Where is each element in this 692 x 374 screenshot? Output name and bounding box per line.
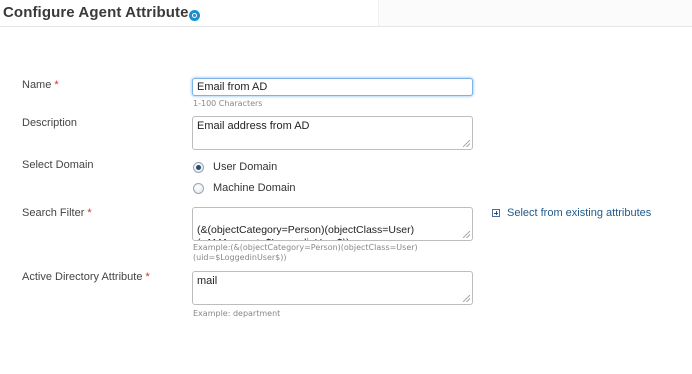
radio-unchecked-icon[interactable]: [193, 182, 204, 194]
search-filter-label: Search Filter *: [22, 207, 92, 219]
ad-attribute-hint: Example: department: [193, 309, 281, 318]
resize-handle-icon[interactable]: [463, 295, 470, 302]
select-existing-attributes-link[interactable]: Select from existing attributes: [492, 207, 651, 219]
search-filter-value: (&(objectCategory=Person)(objectClass=Us…: [197, 224, 415, 240]
description-label: Description: [22, 117, 78, 129]
search-filter-label-text: Search Filter: [22, 207, 85, 219]
ad-attribute-textarea[interactable]: mail: [192, 271, 473, 305]
ad-attribute-label: Active Directory Attribute *: [22, 271, 150, 283]
required-marker: *: [87, 207, 92, 219]
radio-machine-domain[interactable]: Machine Domain: [193, 182, 296, 194]
help-circle-icon[interactable]: [189, 10, 200, 21]
select-domain-label: Select Domain: [22, 159, 94, 171]
name-label-text: Name: [22, 79, 52, 91]
machine-domain-label: Machine Domain: [213, 182, 296, 194]
page-header: Configure Agent Attribute: [0, 0, 692, 27]
search-filter-hint-line2: (uid=$LoggedinUser$)): [193, 253, 287, 262]
search-filter-textarea[interactable]: (&(objectCategory=Person)(objectClass=Us…: [192, 207, 473, 241]
user-domain-label: User Domain: [213, 161, 278, 173]
name-input[interactable]: [192, 78, 473, 96]
ad-attribute-value: mail: [197, 275, 218, 287]
search-filter-hint: Example:(&(objectCategory=Person)(object…: [193, 243, 418, 263]
plus-box-icon[interactable]: [492, 209, 500, 217]
required-marker: *: [54, 79, 59, 91]
page-title: Configure Agent Attribute: [3, 4, 189, 21]
resize-handle-icon[interactable]: [463, 231, 470, 238]
resize-handle-icon[interactable]: [463, 140, 470, 147]
search-filter-hint-line1: Example:(&(objectCategory=Person)(object…: [193, 243, 418, 252]
ad-attribute-label-text: Active Directory Attribute: [22, 271, 143, 283]
radio-checked-icon[interactable]: [193, 161, 204, 173]
radio-user-domain[interactable]: User Domain: [193, 161, 277, 173]
header-toolbar-area: [378, 0, 692, 26]
description-value: Email address from AD: [197, 120, 310, 132]
name-label: Name *: [22, 79, 59, 91]
required-marker: *: [145, 271, 150, 283]
name-hint: 1-100 Characters: [193, 99, 263, 108]
select-existing-attributes-text[interactable]: Select from existing attributes: [507, 207, 651, 219]
description-textarea[interactable]: Email address from AD: [192, 116, 473, 150]
